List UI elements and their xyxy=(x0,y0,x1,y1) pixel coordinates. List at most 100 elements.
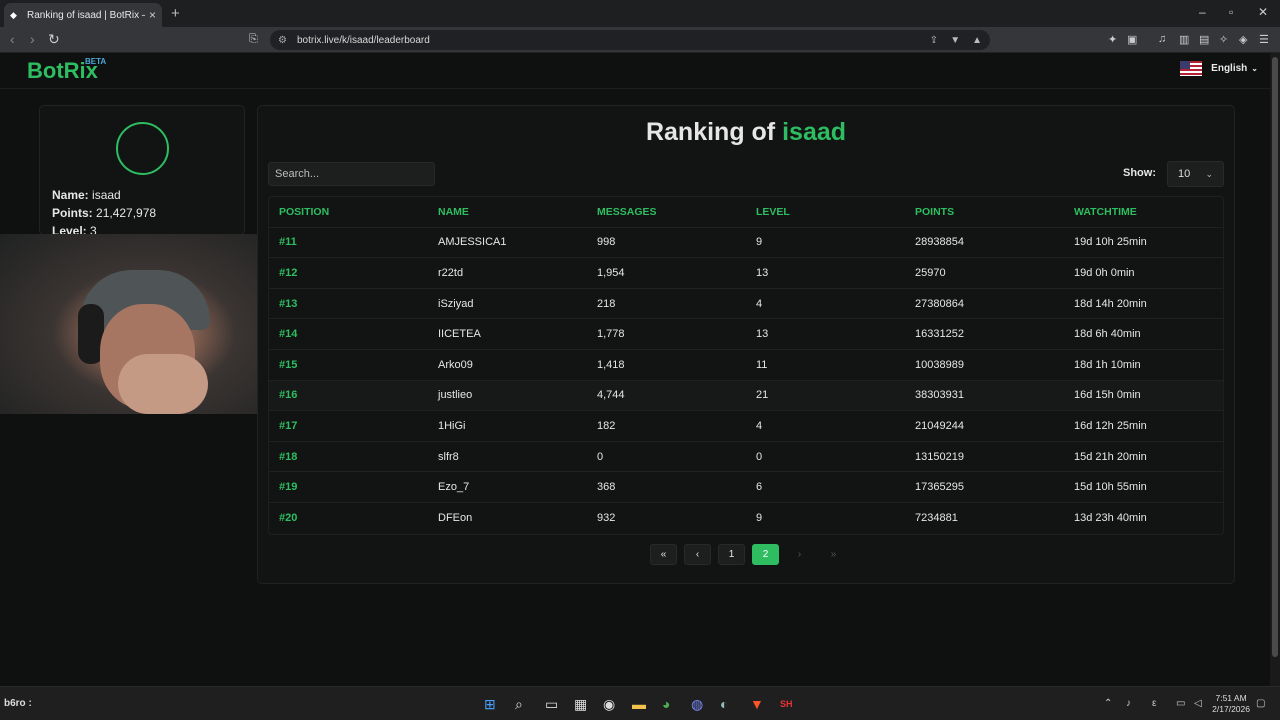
points-value: 21,427,978 xyxy=(96,206,157,220)
cell-level: 21 xyxy=(756,389,769,402)
wallet-extension-icon[interactable]: ▤ xyxy=(1199,33,1209,46)
page-size-value: 10 xyxy=(1178,168,1191,180)
last-page-button[interactable]: » xyxy=(820,544,847,565)
show-label: Show: xyxy=(1123,167,1156,179)
leo-ai-icon[interactable]: ✧ xyxy=(1219,33,1228,46)
browser-tab-strip: ◆ Ranking of isaad | BotRix — Clo × + – … xyxy=(0,0,1280,27)
microphone-icon[interactable]: ♪ xyxy=(1126,698,1131,709)
wallet-icon[interactable]: ▣ xyxy=(1127,33,1137,46)
cell-level: 6 xyxy=(756,481,763,494)
column-header[interactable]: WATCHTIME xyxy=(1064,206,1223,218)
scrollbar-thumb[interactable] xyxy=(1272,57,1278,657)
points-label: Points: xyxy=(52,206,93,220)
system-clock[interactable]: 7:51 AM 2/17/2026 xyxy=(1212,693,1250,715)
page-2-button[interactable]: 2 xyxy=(752,544,779,565)
cell-level: 11 xyxy=(756,358,768,371)
obs-icon[interactable]: ◉ xyxy=(603,696,615,713)
cell-messages: 368 xyxy=(597,481,616,494)
reload-icon[interactable]: ↻ xyxy=(48,31,60,48)
page-1-button[interactable]: 1 xyxy=(718,544,745,565)
close-tab-icon[interactable]: × xyxy=(149,8,156,22)
column-header[interactable]: NAME xyxy=(428,206,587,218)
sidebar-icon[interactable]: ▥ xyxy=(1179,33,1189,46)
first-page-button[interactable]: « xyxy=(650,544,677,565)
cell-name: r22td xyxy=(438,266,464,279)
minimize-icon[interactable]: – xyxy=(1199,5,1206,19)
next-page-button[interactable]: › xyxy=(786,544,813,565)
cell-messages: 218 xyxy=(597,297,616,310)
tray-chevron-icon[interactable]: ⌃ xyxy=(1104,698,1112,709)
search-input[interactable] xyxy=(268,162,435,186)
cell-name: IICETEA xyxy=(438,328,481,341)
cell-name: DFEon xyxy=(438,512,473,525)
search-icon[interactable]: ⌕ xyxy=(515,696,523,713)
cell-level: 4 xyxy=(756,297,763,310)
url-text[interactable]: botrix.live/k/isaad/leaderboard xyxy=(297,35,918,46)
file-explorer-icon[interactable]: ▬ xyxy=(632,696,646,712)
brave-rewards-icon[interactable]: ▲ xyxy=(972,35,982,46)
prev-page-button[interactable]: ‹ xyxy=(684,544,711,565)
new-tab-icon[interactable]: + xyxy=(171,5,180,22)
store-icon[interactable]: ▦ xyxy=(574,696,587,713)
address-bar[interactable]: ⚙ botrix.live/k/isaad/leaderboard ⇪ ▼ ▲ xyxy=(270,30,990,50)
page-scrollbar[interactable] xyxy=(1270,53,1280,686)
column-header[interactable]: LEVEL xyxy=(746,206,905,218)
site-settings-icon[interactable]: ⚙ xyxy=(278,35,287,46)
extensions-icon[interactable]: ✦ xyxy=(1108,33,1117,46)
menu-icon[interactable]: ☰ xyxy=(1259,33,1269,46)
cell-position: #13 xyxy=(279,297,298,310)
chevron-down-icon: ⌄ xyxy=(1205,168,1213,179)
column-header[interactable]: POINTS xyxy=(905,206,1064,218)
share-icon[interactable]: ⇪ xyxy=(930,35,938,46)
forward-icon[interactable]: › xyxy=(30,31,35,47)
column-header[interactable]: MESSAGES xyxy=(587,206,746,218)
webcam-hands xyxy=(118,354,208,414)
chrome-icon[interactable]: ◕ xyxy=(662,696,670,712)
discord-icon[interactable]: ◍ xyxy=(691,696,703,713)
brave-icon[interactable]: ▼ xyxy=(750,696,764,712)
table-row: #14 IICETEA 1,778 13 16331252 18d 6h 40min xyxy=(269,319,1223,350)
brave-shields-icon[interactable]: ▼ xyxy=(950,35,960,46)
cell-watchtime: 18d 1h 10min xyxy=(1074,358,1141,371)
cell-watchtime: 18d 6h 40min xyxy=(1074,328,1141,341)
language-selector[interactable]: English ⌄ xyxy=(1180,61,1258,76)
cell-level: 9 xyxy=(756,512,763,525)
media-icon[interactable]: ♫ xyxy=(1158,33,1166,45)
cell-name: Ezo_7 xyxy=(438,481,470,494)
browser-tab[interactable]: ◆ Ranking of isaad | BotRix — Clo × xyxy=(4,3,162,27)
keyboard-icon[interactable]: ε xyxy=(1152,698,1156,709)
cell-points: 21049244 xyxy=(915,419,964,432)
cell-points: 38303931 xyxy=(915,389,964,402)
cell-points: 16331252 xyxy=(915,328,964,341)
cell-points: 13150219 xyxy=(915,450,964,463)
app-icon[interactable]: SH xyxy=(780,699,793,709)
close-window-icon[interactable]: ✕ xyxy=(1258,5,1268,19)
table-row: #16 justlieo 4,744 21 38303931 16d 15h 0min xyxy=(269,380,1223,412)
bookmark-icon[interactable]: ⎘ xyxy=(249,33,258,46)
cell-position: #20 xyxy=(279,512,298,525)
vpn-icon[interactable]: ◈ xyxy=(1239,33,1247,46)
cell-watchtime: 15d 21h 20min xyxy=(1074,450,1147,463)
table-row: #18 slfr8 0 0 13150219 15d 21h 20min xyxy=(269,442,1223,473)
cell-points: 7234881 xyxy=(915,512,958,525)
cell-position: #17 xyxy=(279,419,298,432)
leaderboard-panel: Ranking of isaad Show: 10 ⌄ POSITION NAM… xyxy=(257,105,1235,584)
table-row: #15 Arko09 1,418 11 10038989 18d 1h 10min xyxy=(269,350,1223,381)
back-icon[interactable]: ‹ xyxy=(10,31,15,47)
notifications-icon[interactable]: ▢ xyxy=(1256,698,1265,709)
steam-icon[interactable]: ◐ xyxy=(720,696,728,712)
network-icon[interactable]: ▭ xyxy=(1176,698,1185,709)
cell-position: #16 xyxy=(279,389,298,402)
cell-messages: 998 xyxy=(597,236,616,249)
maximize-icon[interactable]: ▫ xyxy=(1229,5,1233,19)
cell-watchtime: 19d 10h 25min xyxy=(1074,236,1147,249)
cell-position: #11 xyxy=(279,236,297,249)
page-size-select[interactable]: 10 ⌄ xyxy=(1167,161,1224,187)
browser-toolbar: ‹ › ↻ ⎘ ⚙ botrix.live/k/isaad/leaderboar… xyxy=(0,27,1280,53)
task-view-icon[interactable]: ▭ xyxy=(545,696,558,713)
column-header[interactable]: POSITION xyxy=(269,206,428,218)
windows-start-icon[interactable]: ⊞ xyxy=(484,696,496,713)
avatar xyxy=(116,122,169,175)
volume-icon[interactable]: ◁ xyxy=(1194,698,1202,709)
cell-messages: 1,418 xyxy=(597,358,625,371)
